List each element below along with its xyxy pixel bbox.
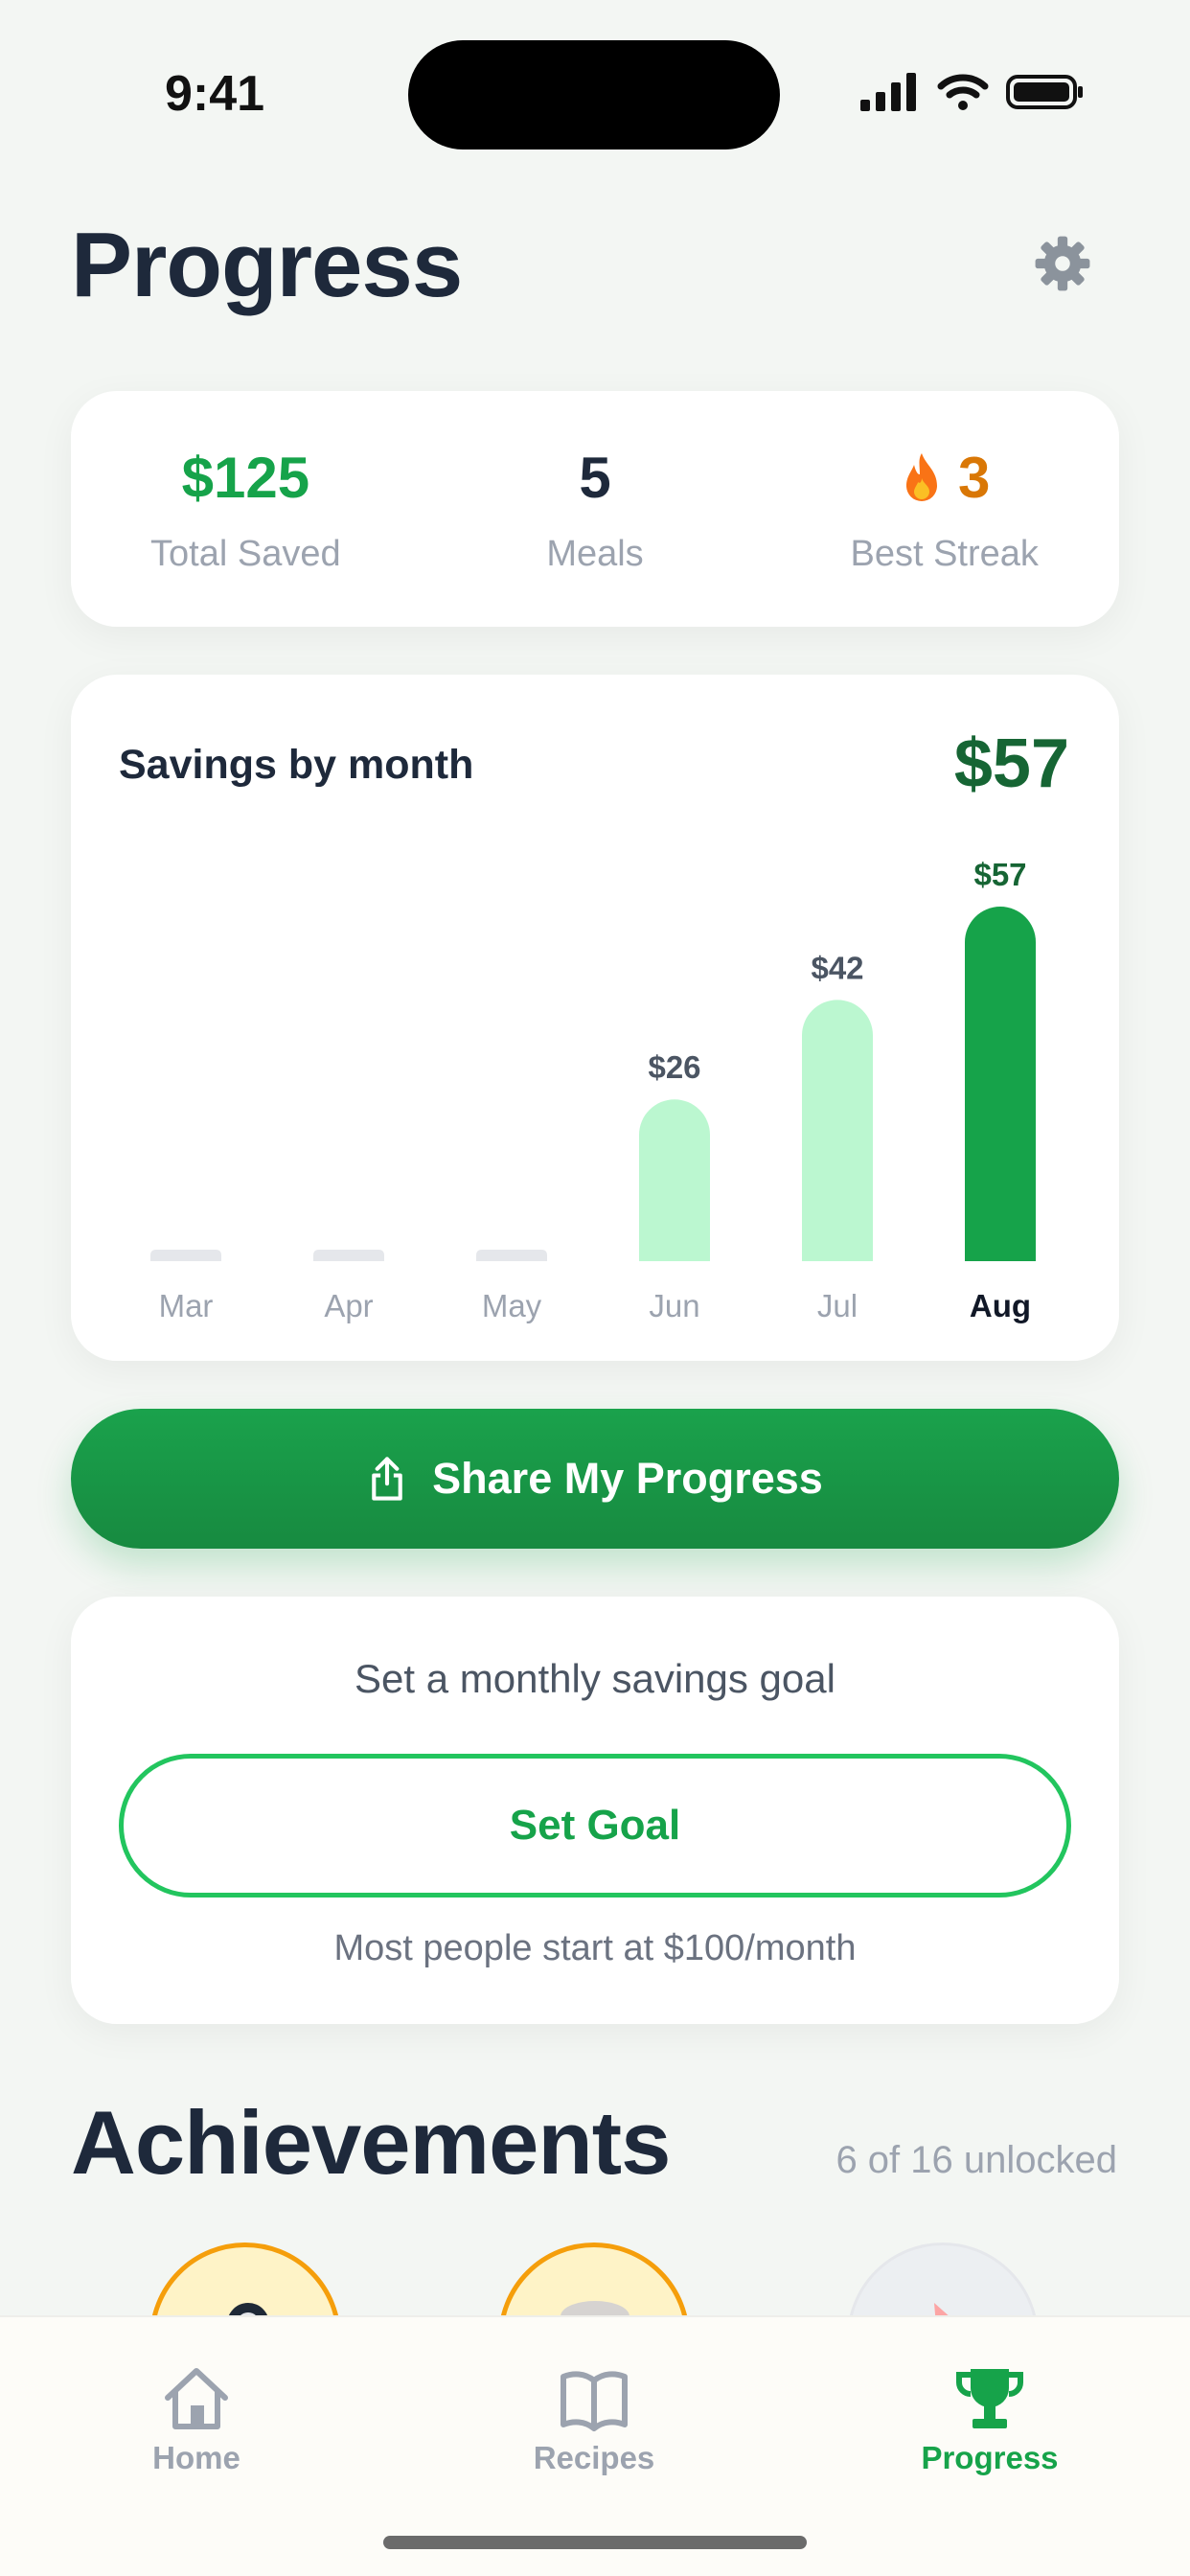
tab-progress[interactable]: Progress	[865, 2365, 1114, 2476]
book-icon	[561, 2371, 628, 2431]
bar-jul	[802, 1000, 873, 1261]
bar-jun	[639, 1099, 710, 1261]
stat-value: 5	[579, 444, 610, 513]
stat-value: 3	[899, 444, 990, 513]
home-icon	[165, 2368, 228, 2429]
status-time: 9:41	[165, 66, 265, 122]
share-progress-button[interactable]: Share My Progress	[71, 1409, 1119, 1549]
savings-goal-card: Set a monthly savings goal Set Goal Most…	[71, 1597, 1119, 2024]
total-saved-value: $125	[181, 446, 310, 510]
bar-value-label: $26	[648, 1049, 700, 1085]
savings-bar-chart: Mar Apr May $26 Jun $42 Jul $57 Aug	[150, 857, 1036, 1323]
bar-aug	[965, 907, 1036, 1261]
stat-best-streak: 3 Best Streak	[769, 391, 1119, 627]
stats-card: $125 Total Saved 5 Meals 3 Best Streak	[71, 391, 1119, 627]
savings-chart-card: Savings by month $57 Mar Apr May $26 Jun $42 J…	[71, 675, 1119, 1361]
status-icons	[860, 73, 1085, 111]
stat-label: Meals	[546, 533, 644, 574]
page-title: Progress	[71, 214, 463, 316]
fire-icon	[905, 452, 937, 501]
dynamic-island	[408, 40, 780, 150]
goal-hint: Most people start at $100/month	[333, 1928, 857, 1968]
settings-button[interactable]	[1031, 232, 1094, 295]
bar-mar	[150, 1250, 221, 1261]
best-streak-value: 3	[957, 446, 991, 510]
stat-label: Total Saved	[150, 533, 341, 574]
battery-icon	[1006, 75, 1083, 109]
tab-label: Home	[152, 2440, 240, 2475]
set-goal-button[interactable]: Set Goal	[119, 1754, 1071, 1898]
gear-icon	[1035, 236, 1090, 291]
stat-label: Best Streak	[850, 533, 1039, 574]
stat-value: $125	[182, 444, 309, 513]
home-indicator	[383, 2536, 807, 2549]
tab-home[interactable]: Home	[72, 2365, 321, 2476]
bar-value-label: $57	[973, 857, 1026, 892]
x-tick-label: Mar	[159, 1288, 214, 1323]
status-bar: 9:41	[0, 0, 1190, 182]
stat-total-saved: $125 Total Saved	[71, 391, 421, 627]
achievements-count: 6 of 16 unlocked	[835, 2139, 1117, 2181]
bar-apr	[313, 1250, 384, 1261]
tab-label: Progress	[921, 2440, 1059, 2475]
x-tick-label: May	[482, 1288, 542, 1323]
x-tick-label: Aug	[970, 1288, 1031, 1323]
goal-prompt: Set a monthly savings goal	[355, 1656, 835, 1701]
meals-value: 5	[579, 446, 611, 510]
x-tick-label: Jul	[817, 1288, 858, 1323]
achievements-title: Achievements	[71, 2092, 671, 2193]
tab-recipes[interactable]: Recipes	[469, 2365, 719, 2476]
signal-icon	[860, 73, 916, 111]
wifi-icon	[937, 74, 989, 110]
bar-value-label: $42	[811, 950, 863, 985]
stat-meals: 5 Meals	[421, 391, 770, 627]
share-icon	[372, 1457, 402, 1501]
x-tick-label: Jun	[649, 1288, 699, 1323]
bar-may	[476, 1250, 547, 1261]
trophy-icon	[956, 2369, 1023, 2428]
tab-label: Recipes	[533, 2440, 655, 2475]
share-button-label: Share My Progress	[432, 1454, 823, 1503]
x-tick-label: Apr	[324, 1288, 373, 1323]
